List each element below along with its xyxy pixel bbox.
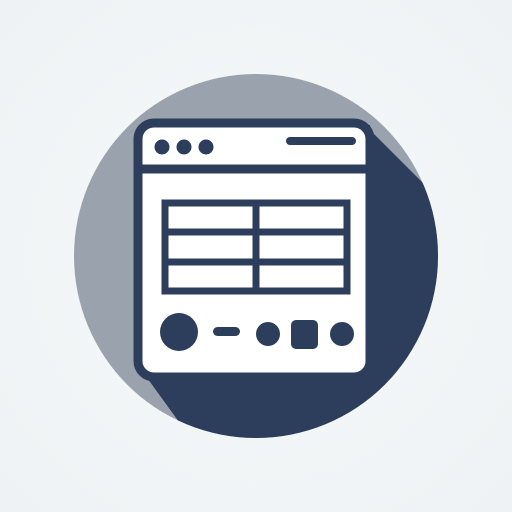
grid-cell — [172, 267, 252, 287]
small-circle-icon — [330, 322, 354, 346]
grid-cell — [260, 210, 343, 228]
browser-window-app-icon — [74, 74, 438, 438]
square-icon — [291, 320, 318, 349]
large-circle-icon — [160, 313, 198, 351]
window-dot-icon — [176, 139, 192, 155]
grid-cell — [172, 210, 252, 228]
small-circle-icon — [256, 322, 280, 346]
browser-window — [133, 118, 375, 382]
window-dot-icon — [154, 139, 170, 155]
address-bar — [286, 137, 356, 145]
dash-icon — [213, 327, 240, 336]
icon-canvas — [0, 0, 512, 512]
content-grid — [161, 199, 351, 295]
grid-cell — [260, 267, 343, 287]
window-dot-icon — [198, 139, 214, 155]
grid-cell — [260, 237, 343, 258]
grid-cell — [172, 237, 252, 258]
